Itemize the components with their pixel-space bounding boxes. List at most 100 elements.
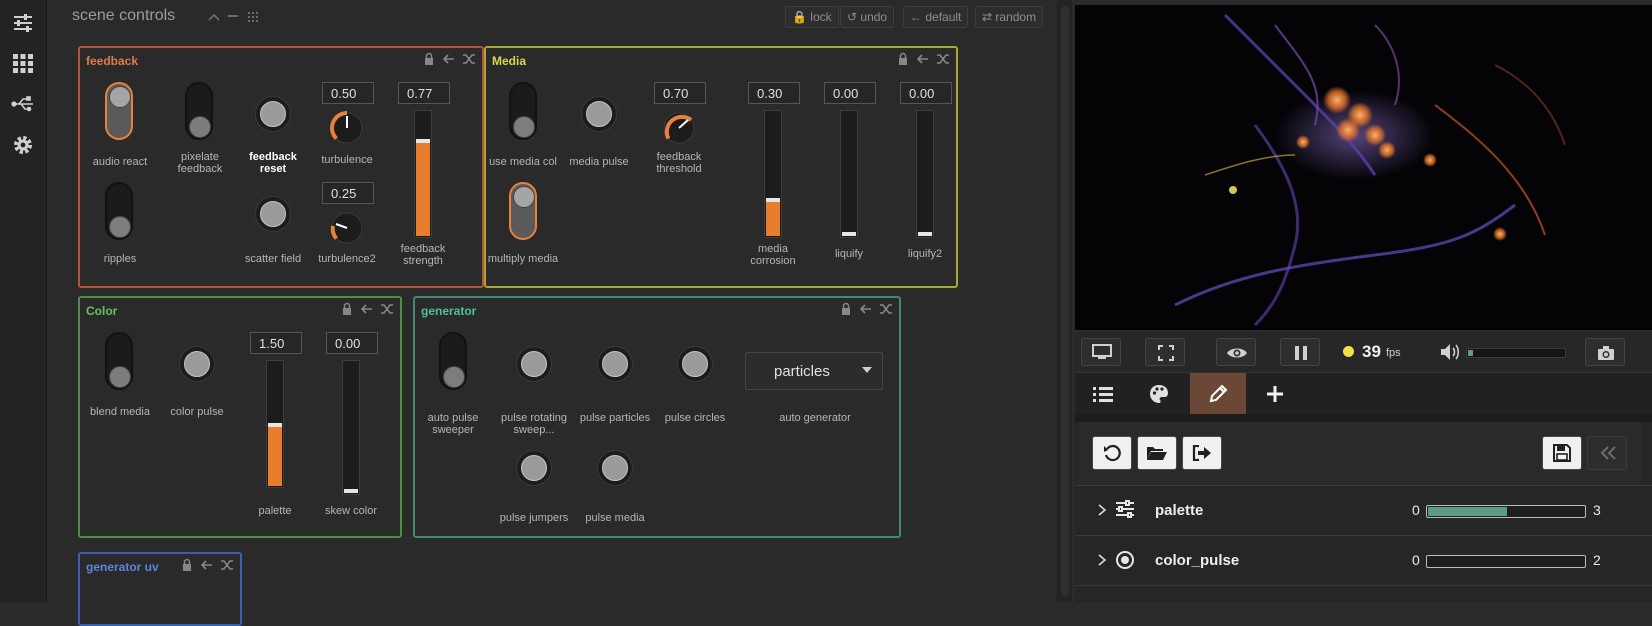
- ripples-toggle[interactable]: [105, 182, 133, 240]
- liquify2-slider[interactable]: [916, 110, 934, 238]
- blend-media-label: blend media: [90, 406, 150, 418]
- lock-icon[interactable]: [340, 302, 354, 316]
- pulse-particles-label: pulse particles: [579, 412, 651, 424]
- blend-media-toggle[interactable]: [105, 332, 133, 390]
- skew-color-value[interactable]: 0.00: [326, 332, 378, 354]
- lock-icon[interactable]: [896, 52, 910, 66]
- save-button[interactable]: [1542, 436, 1582, 470]
- tab-palette[interactable]: [1131, 373, 1187, 415]
- shuffle-icon[interactable]: [936, 52, 950, 66]
- shuffle-icon[interactable]: [879, 302, 893, 316]
- shuffle-icon[interactable]: [380, 302, 394, 316]
- liquify-value[interactable]: 0.00: [824, 82, 876, 104]
- default-button[interactable]: ← default: [903, 6, 969, 28]
- slider-fill: [766, 199, 780, 236]
- auto-generator-label: auto generator: [779, 412, 851, 424]
- param-row-color-pulse[interactable]: color_pulse 0 2: [1075, 535, 1652, 586]
- auto-generator-select[interactable]: particles: [745, 352, 883, 390]
- param-max: 2: [1593, 552, 1601, 568]
- param-slider[interactable]: [1426, 555, 1586, 568]
- tab-edit[interactable]: [1190, 373, 1246, 415]
- turbulence-value[interactable]: 0.50: [322, 82, 374, 104]
- back-arrow-icon[interactable]: [360, 302, 374, 316]
- back-arrow-icon[interactable]: [442, 52, 456, 66]
- usb-icon[interactable]: [11, 92, 35, 116]
- feedback-reset-button[interactable]: [255, 96, 291, 132]
- slider-handle[interactable]: [344, 489, 358, 493]
- use-media-col-toggle[interactable]: [509, 82, 537, 140]
- chevron-right-icon[interactable]: [1097, 503, 1107, 517]
- slider-handle[interactable]: [766, 198, 780, 202]
- feedback-strength-value[interactable]: 0.77: [398, 82, 450, 104]
- collapse-panel-button[interactable]: [1587, 436, 1627, 470]
- param-row-palette[interactable]: palette 0 3: [1075, 485, 1652, 536]
- minimize-icon[interactable]: [228, 15, 238, 17]
- sliders-icon[interactable]: [11, 11, 35, 35]
- pulse-particles-button[interactable]: [597, 346, 633, 382]
- liquify2-value[interactable]: 0.00: [900, 82, 952, 104]
- display-button[interactable]: [1081, 338, 1121, 366]
- volume-icon[interactable]: [1440, 343, 1460, 361]
- lock-icon[interactable]: [839, 302, 853, 316]
- random-button[interactable]: ⇄ random: [975, 6, 1044, 28]
- media-corrosion-slider[interactable]: [764, 110, 782, 238]
- drag-handle-icon[interactable]: [247, 10, 259, 28]
- feedback-strength-slider[interactable]: [414, 110, 432, 238]
- shuffle-icon[interactable]: [462, 52, 476, 66]
- media-corrosion-value[interactable]: 0.30: [748, 82, 800, 104]
- gear-icon[interactable]: [11, 133, 35, 157]
- palette-slider[interactable]: [266, 360, 284, 488]
- export-button[interactable]: [1182, 436, 1222, 470]
- back-arrow-icon[interactable]: [916, 52, 930, 66]
- status-indicator-icon: [1343, 346, 1354, 357]
- feedback-threshold-value[interactable]: 0.70: [654, 82, 706, 104]
- video-preview[interactable]: [1075, 5, 1652, 330]
- turbulence2-knob[interactable]: [327, 208, 367, 248]
- pulse-circles-button[interactable]: [677, 346, 713, 382]
- fullscreen-button[interactable]: [1145, 338, 1185, 366]
- lock-button[interactable]: 🔒 lock: [785, 6, 839, 28]
- volume-slider[interactable]: [1466, 348, 1566, 358]
- scatter-field-button[interactable]: [255, 196, 291, 232]
- undo-button[interactable]: ↺ undo: [840, 6, 895, 28]
- chevron-right-icon[interactable]: [1097, 553, 1107, 567]
- pixelate-feedback-toggle[interactable]: [185, 82, 213, 140]
- slider-handle[interactable]: [416, 139, 430, 143]
- pulse-media-button[interactable]: [597, 450, 633, 486]
- tab-add[interactable]: [1247, 373, 1303, 415]
- grid-icon[interactable]: [11, 51, 35, 75]
- scrollbar[interactable]: [1057, 0, 1072, 602]
- slider-handle[interactable]: [268, 423, 282, 427]
- pause-button[interactable]: [1280, 338, 1320, 366]
- palette-value[interactable]: 1.50: [250, 332, 302, 354]
- multiply-media-toggle[interactable]: [509, 182, 537, 240]
- color-panel: Color blend media color pulse 1.50 palet…: [78, 296, 402, 538]
- reset-button[interactable]: [1092, 436, 1132, 470]
- shuffle-icon[interactable]: [220, 558, 234, 572]
- screenshot-button[interactable]: [1585, 338, 1625, 366]
- pulse-jumpers-button[interactable]: [516, 450, 552, 486]
- slider-handle[interactable]: [918, 232, 932, 236]
- scrollbar-thumb[interactable]: [1061, 6, 1069, 596]
- turbulence-knob[interactable]: [327, 108, 367, 148]
- auto-pulse-sweeper-toggle[interactable]: [439, 332, 467, 390]
- back-arrow-icon[interactable]: [200, 558, 214, 572]
- lock-icon[interactable]: [422, 52, 436, 66]
- lock-icon[interactable]: [180, 558, 194, 572]
- slider-handle[interactable]: [842, 232, 856, 236]
- open-button[interactable]: [1137, 436, 1177, 470]
- color-pulse-button[interactable]: [179, 346, 215, 382]
- param-slider[interactable]: [1426, 505, 1586, 518]
- back-arrow-icon[interactable]: [859, 302, 873, 316]
- audio-react-toggle[interactable]: [105, 82, 133, 140]
- feedback-threshold-knob[interactable]: [659, 108, 699, 148]
- liquify-slider[interactable]: [840, 110, 858, 238]
- collapse-icon[interactable]: [207, 10, 221, 28]
- tab-list[interactable]: [1075, 373, 1131, 415]
- skew-color-slider[interactable]: [342, 360, 360, 495]
- visibility-button[interactable]: [1216, 338, 1256, 366]
- media-pulse-button[interactable]: [581, 96, 617, 132]
- turbulence2-value[interactable]: 0.25: [322, 182, 374, 204]
- pulse-rotating-sweep-button[interactable]: [516, 346, 552, 382]
- player-toolbar: 39 fps: [1075, 332, 1652, 372]
